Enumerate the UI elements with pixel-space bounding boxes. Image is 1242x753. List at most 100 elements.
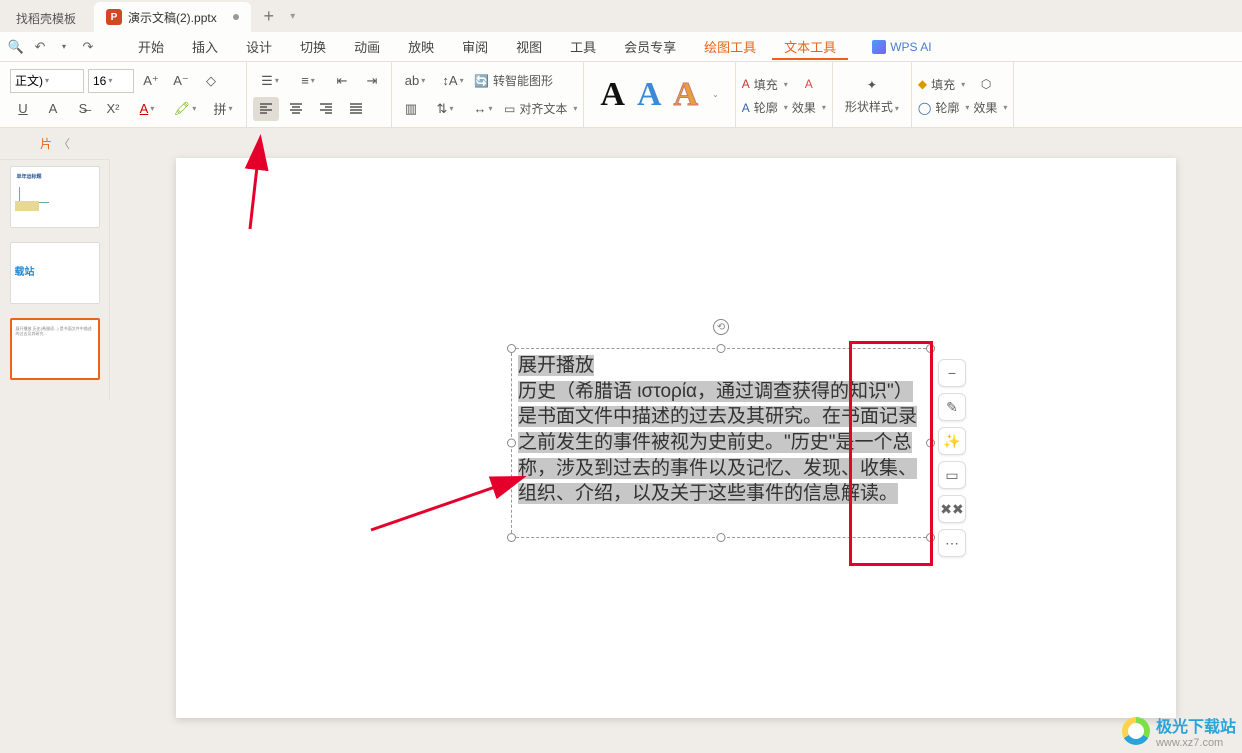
strikethrough-icon[interactable]: S̶ [70, 97, 96, 121]
slide-thumb-3[interactable]: 展开播放 历史(希腊语...) 是书面文件中描述的过去及其研究... [10, 318, 100, 380]
ribbon-toolbar: 正文)▾ 16▾ A⁺ A⁻ ◇ U A S̶ X² A▾ 🖍▾ 拼▾ ☰▾ ≡… [0, 62, 1242, 128]
decrease-font-icon[interactable]: A⁻ [168, 69, 194, 93]
shape-effect-label[interactable]: 效果▾ [973, 99, 1007, 116]
wps-ai-button[interactable]: WPS AI [872, 40, 931, 54]
outline-tab[interactable]: 片 〈 [0, 128, 110, 160]
ribbon-font-group: 正文)▾ 16▾ A⁺ A⁻ ◇ U A S̶ X² A▾ 🖍▾ 拼▾ [4, 62, 247, 127]
menu-animation[interactable]: 动画 [342, 33, 392, 60]
rotate-handle-icon[interactable]: ⟲ [713, 319, 729, 335]
shape-effect-button[interactable]: ⬡ [969, 73, 1003, 95]
tab-add-button[interactable]: + [255, 2, 283, 30]
increase-indent-icon[interactable]: ⇥ [359, 69, 385, 93]
menu-design[interactable]: 设计 [234, 33, 284, 60]
line-spacing-icon[interactable]: ⇅▾ [428, 97, 462, 121]
char-spacing-icon[interactable]: ↔▾ [466, 97, 500, 121]
tab-bar: 找稻壳模板 P 演示文稿(2).pptx + ▾ [0, 0, 1242, 32]
text-orientation-icon[interactable]: ↕A▾ [436, 69, 470, 93]
menu-start[interactable]: 开始 [126, 33, 176, 60]
tab-file-name: 演示文稿(2).pptx [128, 9, 217, 26]
slide-canvas-area[interactable]: ⟲ 展开播放 历史（希腊语 ιστορία，通过调查获得的知识"）是书面文件中描… [110, 128, 1242, 753]
tab-menu-button[interactable]: ▾ [283, 11, 303, 22]
font-name-select[interactable]: 正文)▾ [10, 69, 84, 93]
align-center-icon[interactable] [283, 97, 309, 121]
watermark-logo-icon [1122, 717, 1150, 745]
wordart-style-2[interactable]: A [637, 76, 662, 114]
undo-icon[interactable]: ↶ [30, 37, 50, 57]
align-text-button[interactable]: ▭ 对齐文本▾ [504, 100, 577, 117]
bullet-list-icon[interactable]: ☰▾ [253, 69, 287, 93]
menu-drawing-tools[interactable]: 绘图工具 [692, 33, 768, 60]
watermark-url: www.xz7.com [1156, 737, 1236, 749]
tab-current-file[interactable]: P 演示文稿(2).pptx [94, 2, 251, 32]
shape-style-button[interactable]: ✦ 形状样式▾ [839, 74, 905, 115]
wps-ai-icon [872, 40, 886, 54]
more-tool-icon[interactable]: ⋯ [938, 529, 966, 557]
align-left-icon[interactable] [253, 97, 279, 121]
wordart-style-3[interactable]: A [674, 76, 699, 114]
underline-icon[interactable]: U [10, 97, 36, 121]
convert-smart-button[interactable]: 🔄 转智能图形 [474, 72, 553, 89]
menu-view[interactable]: 视图 [504, 33, 554, 60]
menu-tools[interactable]: 工具 [558, 33, 608, 60]
slide-canvas[interactable]: ⟲ 展开播放 历史（希腊语 ιστορία，通过调查获得的知识"）是书面文件中描… [176, 158, 1176, 718]
wordart-style-1[interactable]: A [600, 76, 625, 114]
brush-tool-icon[interactable]: ✎ [938, 393, 966, 421]
font-effect-icon[interactable]: A [40, 97, 66, 121]
menu-transition[interactable]: 切换 [288, 33, 338, 60]
text-fill-button[interactable]: A 填充▾ [742, 76, 788, 93]
superscript-icon[interactable]: X² [100, 97, 126, 121]
decrease-indent-icon[interactable]: ⇤ [329, 69, 355, 93]
ribbon-paragraph-group: ☰▾ ≡▾ ⇤ ⇥ [247, 62, 392, 127]
menu-member[interactable]: 会员专享 [612, 33, 688, 60]
shape-outline-button[interactable]: ◯ 轮廓▾ [918, 99, 969, 116]
slide-thumbnail-panel[interactable]: 单年运标题 载站 展开播放 历史(希腊语...) 是书面文件中描述的过去及其研究… [0, 160, 110, 400]
slide-thumb-1[interactable]: 单年运标题 [10, 166, 100, 228]
font-size-select[interactable]: 16▾ [88, 69, 134, 93]
resize-handle[interactable] [507, 439, 516, 448]
resize-handle[interactable] [507, 533, 516, 542]
increase-font-icon[interactable]: A⁺ [138, 69, 164, 93]
text-effect-label[interactable]: 效果▾ [792, 99, 826, 116]
ai-tool-icon[interactable]: ✨ [938, 427, 966, 455]
resize-handle[interactable] [717, 533, 726, 542]
settings-tool-icon[interactable]: ✖✖ [938, 495, 966, 523]
redo-icon[interactable]: ↷ [78, 37, 98, 57]
floating-tools: − ✎ ✨ ▭ ✖✖ ⋯ [938, 359, 966, 557]
align-right-icon[interactable] [313, 97, 339, 121]
watermark-name: 极光下载站 [1156, 713, 1236, 737]
ribbon-textfx-group: A 填充▾ A A 轮廓▾ 效果▾ [736, 62, 833, 127]
align-justify-icon[interactable] [343, 97, 369, 121]
menu-text-tools[interactable]: 文本工具 [772, 33, 848, 60]
text-outline-button[interactable]: A 轮廓▾ [742, 99, 788, 116]
tab-modified-dot [233, 14, 239, 20]
menu-slideshow[interactable]: 放映 [396, 33, 446, 60]
highlight-icon[interactable]: 🖍▾ [168, 97, 202, 121]
wps-ai-label: WPS AI [890, 40, 931, 54]
numbered-list-icon[interactable]: ≡▾ [291, 69, 325, 93]
powerpoint-icon: P [106, 9, 122, 25]
resize-handle[interactable] [507, 344, 516, 353]
layout-tool-icon[interactable]: ▭ [938, 461, 966, 489]
menu-insert[interactable]: 插入 [180, 33, 230, 60]
search-icon[interactable]: 🔍 [6, 37, 26, 57]
ribbon-shapefx-group: ◆ 填充▾ ⬡ ◯ 轮廓▾ 效果▾ [912, 62, 1015, 127]
text-line-1: 展开播放 [518, 355, 594, 376]
text-effect-button[interactable]: A [792, 73, 826, 95]
font-color-icon[interactable]: A▾ [130, 97, 164, 121]
shape-fill-button[interactable]: ◆ 填充▾ [918, 76, 965, 93]
undo-dropdown-icon[interactable]: ▾ [54, 37, 74, 57]
wordart-more-icon[interactable]: ⌄ [712, 90, 719, 99]
columns-icon[interactable]: ▥ [398, 97, 424, 121]
outline-expand-icon[interactable]: 〈 [58, 135, 70, 152]
menu-review[interactable]: 审阅 [450, 33, 500, 60]
menu-bar: 🔍 ↶ ▾ ↷ 开始 插入 设计 切换 动画 放映 审阅 视图 工具 会员专享 … [0, 32, 1242, 62]
ribbon-spacing-group: ab▾ ↕A▾ 🔄 转智能图形 ▥ ⇅▾ ↔▾ ▭ 对齐文本▾ [392, 62, 584, 127]
tab-templates[interactable]: 找稻壳模板 [0, 4, 92, 32]
resize-handle[interactable] [717, 344, 726, 353]
slide-thumb-2[interactable]: 载站 [10, 242, 100, 304]
pinyin-icon[interactable]: 拼▾ [206, 97, 240, 121]
collapse-tool-icon[interactable]: − [938, 359, 966, 387]
text-direction-icon[interactable]: ab▾ [398, 69, 432, 93]
workspace: 片 〈 单年运标题 载站 展开播放 历史(希腊语...) 是书面文件中描述的过去… [0, 128, 1242, 753]
clear-format-icon[interactable]: ◇ [198, 69, 224, 93]
